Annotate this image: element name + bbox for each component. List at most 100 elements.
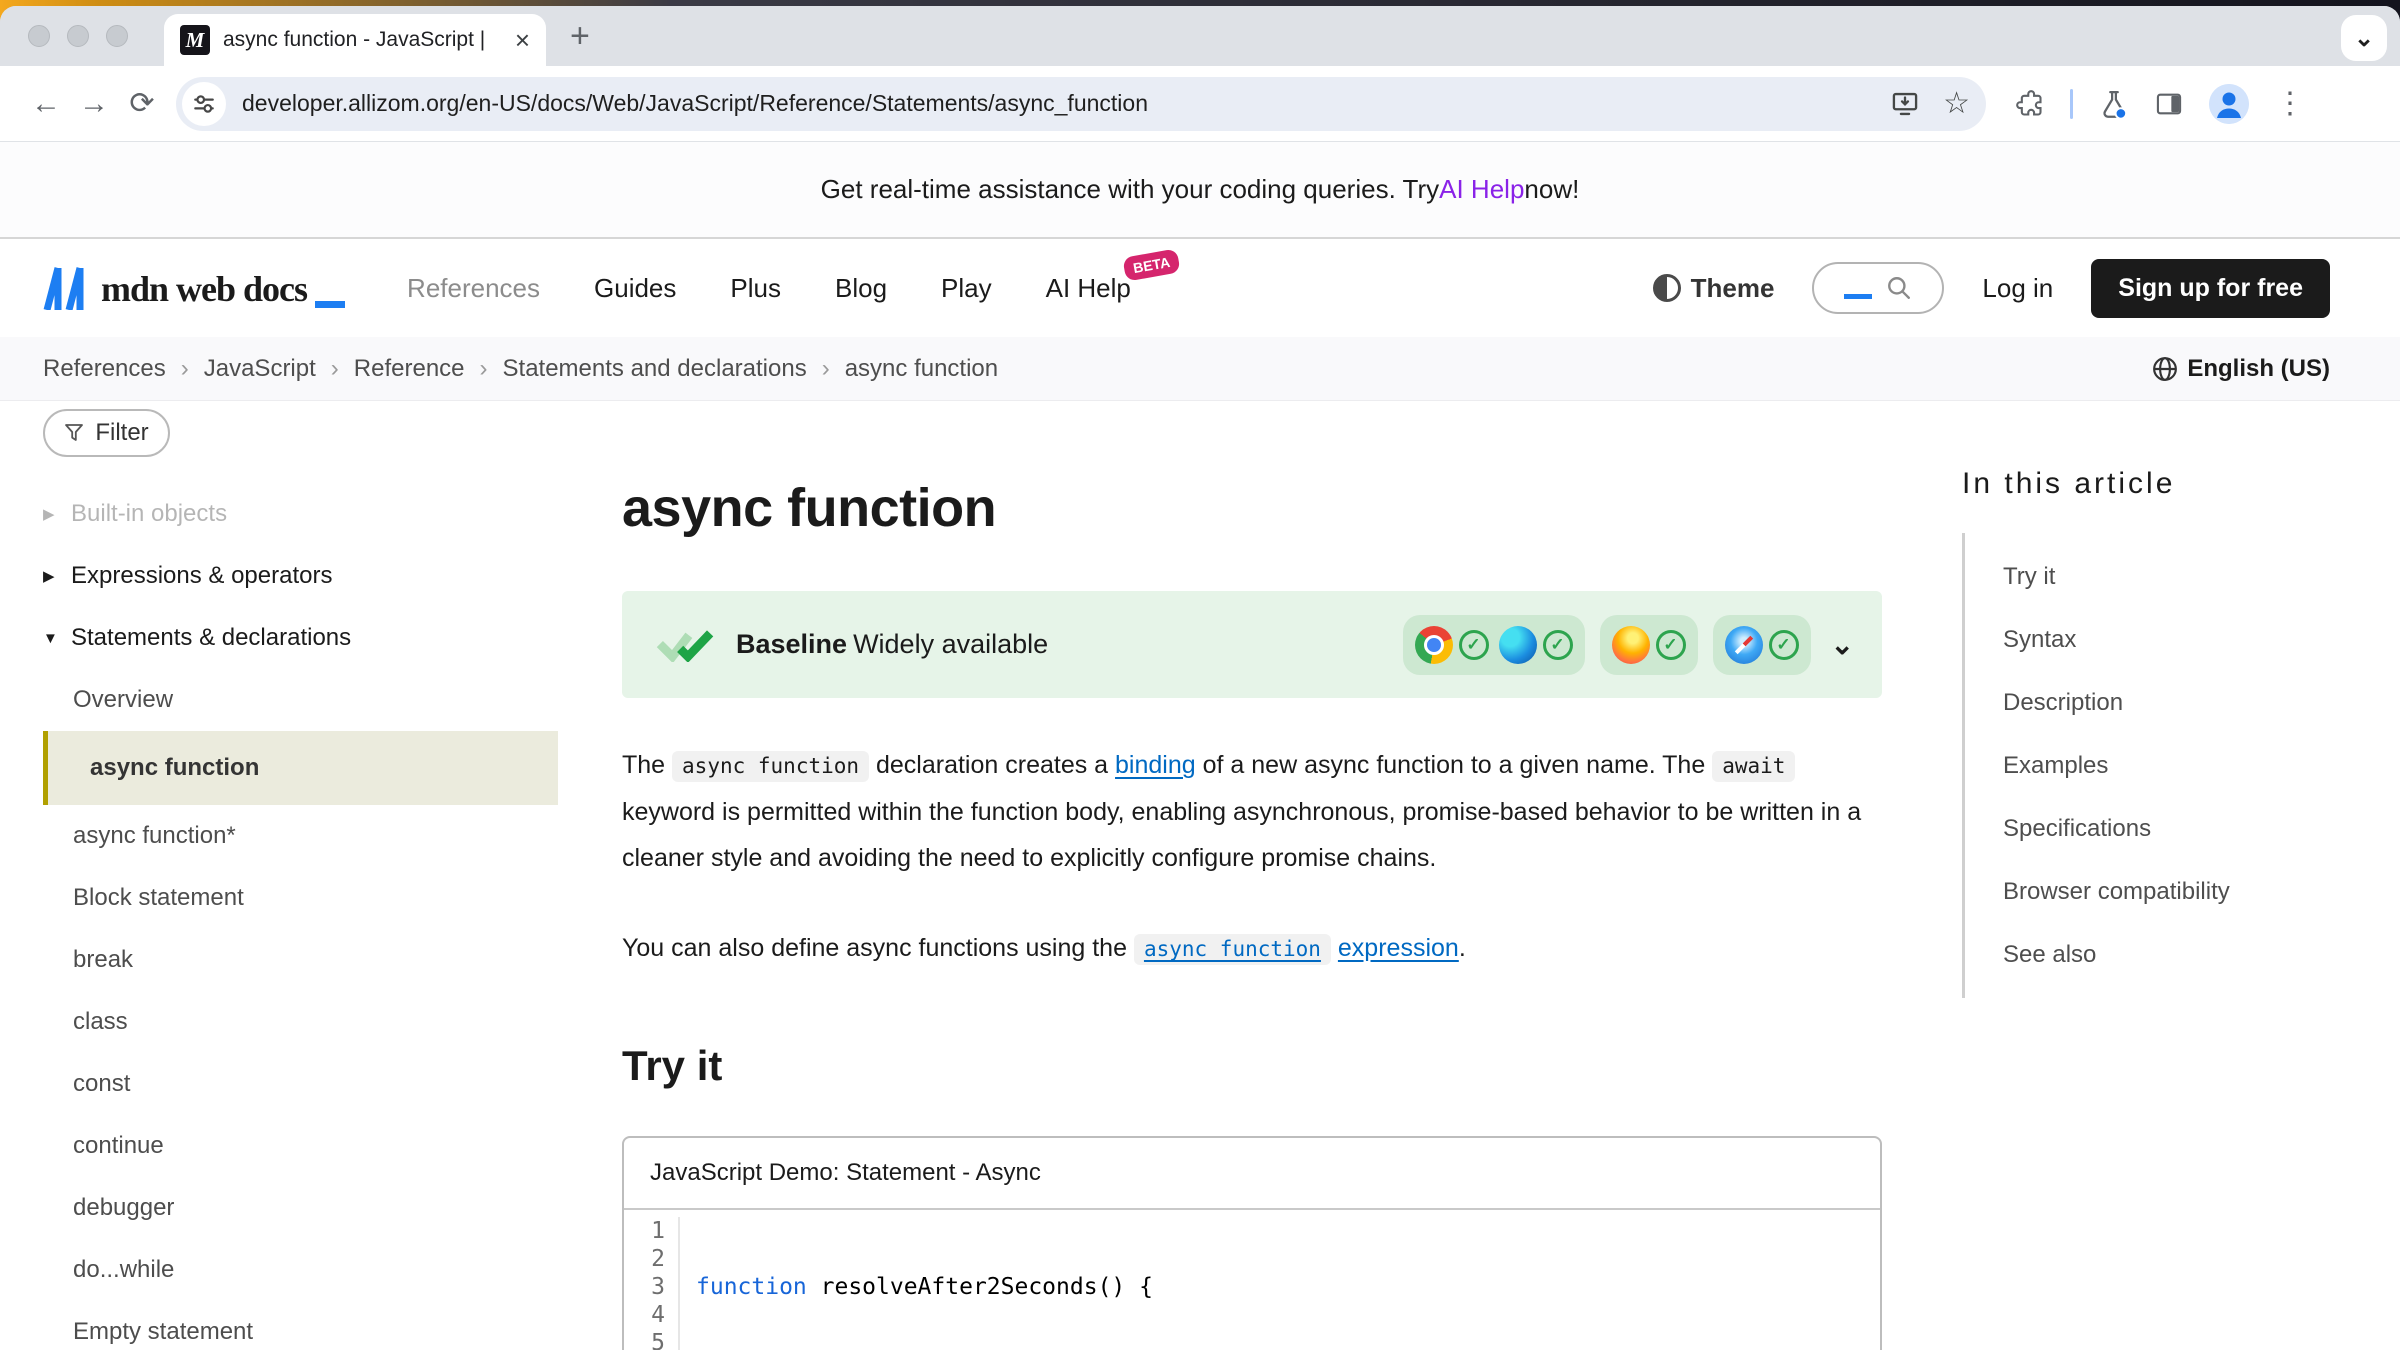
filter-button[interactable]: Filter xyxy=(43,409,170,457)
toc-item-specifications[interactable]: Specifications xyxy=(2003,797,2332,860)
bookmark-star-icon[interactable]: ☆ xyxy=(1943,86,1970,121)
baseline-icon xyxy=(656,628,714,662)
mdn-logo[interactable]: mdn web docs xyxy=(43,266,345,310)
toc-item-description[interactable]: Description xyxy=(2003,671,2332,734)
side-panel-icon[interactable] xyxy=(2155,90,2183,118)
nav-references[interactable]: References xyxy=(407,273,540,304)
article: async function BaselineWidely available … xyxy=(622,401,1882,1350)
demo-title: JavaScript Demo: Statement - Async xyxy=(624,1138,1880,1210)
nav-blog[interactable]: Blog xyxy=(835,273,887,304)
language-label: English (US) xyxy=(2187,355,2330,383)
baseline-label: Baseline xyxy=(736,629,847,659)
new-tab-button[interactable]: + xyxy=(570,19,590,53)
intro-text: of a new async function to a given name.… xyxy=(1196,751,1713,779)
toc-item-browser-compatibility[interactable]: Browser compatibility xyxy=(2003,860,2332,923)
sidebar-item-class[interactable]: class xyxy=(43,991,558,1053)
intro-text: The xyxy=(622,751,672,779)
intro-paragraph: The async function declaration creates a… xyxy=(622,742,1882,881)
sidebar-section-label: Built-in objects xyxy=(71,500,227,528)
expression-link[interactable]: expression xyxy=(1338,934,1459,962)
line-number: 3 xyxy=(624,1273,665,1301)
signup-button[interactable]: Sign up for free xyxy=(2091,259,2330,318)
window-zoom-button[interactable] xyxy=(106,25,128,47)
binding-link[interactable]: binding xyxy=(1115,751,1196,779)
address-bar[interactable]: developer.allizom.org/en-US/docs/Web/Jav… xyxy=(176,77,1986,131)
sidebar-section-expressions[interactable]: ▶ Expressions & operators xyxy=(43,545,558,607)
profile-avatar[interactable] xyxy=(2209,84,2249,124)
breadcrumb-item-current: async function xyxy=(845,355,998,383)
tab-search-button[interactable]: ⌄ xyxy=(2341,15,2387,61)
browser-menu-icon[interactable]: ⋮ xyxy=(2275,86,2305,121)
tab-close-icon[interactable]: × xyxy=(515,27,530,53)
theme-icon xyxy=(1653,274,1681,302)
sidebar-section-label: Statements & declarations xyxy=(71,624,351,652)
breadcrumb-item-statements[interactable]: Statements and declarations xyxy=(503,355,807,383)
login-link[interactable]: Log in xyxy=(1982,273,2053,304)
promo-text-after: now! xyxy=(1524,174,1579,205)
experiments-flask-icon[interactable] xyxy=(2099,89,2129,119)
sidebar-item-block-statement[interactable]: Block statement xyxy=(43,867,558,929)
sidebar-item-continue[interactable]: continue xyxy=(43,1115,558,1177)
sidebar-item-async-function[interactable]: async function xyxy=(43,731,558,805)
mdn-logo-underscore xyxy=(315,301,345,308)
ai-help-link[interactable]: AI Help xyxy=(1439,174,1524,205)
code-editor[interactable]: 1 2 3 4 5 6 function resolveAfter2Second… xyxy=(624,1210,1880,1350)
language-switcher[interactable]: English (US) xyxy=(2152,355,2330,383)
nav-plus[interactable]: Plus xyxy=(730,273,781,304)
line-number: 5 xyxy=(624,1329,665,1350)
sidebar-item-const[interactable]: const xyxy=(43,1053,558,1115)
caret-right-icon: ▶ xyxy=(43,505,59,523)
safari-icon xyxy=(1725,626,1763,664)
await-code-chip: await xyxy=(1712,751,1795,782)
search-icon[interactable] xyxy=(1886,275,1912,301)
toc-item-syntax[interactable]: Syntax xyxy=(2003,608,2332,671)
nav-ai-help-label: AI Help xyxy=(1046,273,1131,303)
code-token: resolveAfter2Seconds() { xyxy=(807,1274,1153,1300)
sidebar-item-overview[interactable]: Overview xyxy=(43,669,558,731)
theme-toggle[interactable]: Theme xyxy=(1653,273,1775,304)
toc-title: In this article xyxy=(1962,467,2332,501)
toolbar-divider xyxy=(2070,89,2073,119)
edge-icon xyxy=(1499,626,1537,664)
beta-badge: BETA xyxy=(1122,248,1180,281)
async-function-code-chip: async function xyxy=(672,751,869,782)
sidebar-item-async-function-star[interactable]: async function* xyxy=(43,805,558,867)
baseline-expand-chevron-icon[interactable]: ⌄ xyxy=(1831,628,1854,661)
globe-icon xyxy=(2152,356,2178,382)
toolbar-actions: ⋮ xyxy=(2016,84,2305,124)
nav-ai-help[interactable]: AI Help BETA xyxy=(1046,273,1131,304)
site-header: mdn web docs References Guides Plus Blog… xyxy=(0,239,2400,337)
sidebar-section-label: Expressions & operators xyxy=(71,562,332,590)
back-button[interactable]: ← xyxy=(22,80,70,128)
toc-item-try-it[interactable]: Try it xyxy=(2003,545,2332,608)
breadcrumb-item-references[interactable]: References xyxy=(43,355,166,383)
window-close-button[interactable] xyxy=(28,25,50,47)
breadcrumb-item-javascript[interactable]: JavaScript xyxy=(204,355,316,383)
reload-button[interactable]: ⟳ xyxy=(118,80,166,128)
toc-item-see-also[interactable]: See also xyxy=(2003,923,2332,986)
sidebar-item-debugger[interactable]: debugger xyxy=(43,1177,558,1239)
line-number: 2 xyxy=(624,1245,665,1273)
search-input[interactable] xyxy=(1812,262,1944,314)
async-function-expression-code-link[interactable]: async function xyxy=(1134,934,1331,965)
theme-label: Theme xyxy=(1691,273,1775,304)
toc-item-examples[interactable]: Examples xyxy=(2003,734,2332,797)
sidebar-section-built-in-objects[interactable]: ▶ Built-in objects xyxy=(43,483,558,545)
sidebar-item-do-while[interactable]: do...while xyxy=(43,1239,558,1301)
url-text[interactable]: developer.allizom.org/en-US/docs/Web/Jav… xyxy=(242,90,1891,117)
sidebar-section-statements[interactable]: ▼ Statements & declarations xyxy=(43,607,558,669)
extensions-icon[interactable] xyxy=(2016,90,2044,118)
sidebar-item-break[interactable]: break xyxy=(43,929,558,991)
nav-play[interactable]: Play xyxy=(941,273,992,304)
keyword-token: function xyxy=(696,1274,807,1300)
forward-button[interactable]: → xyxy=(70,80,118,128)
window-minimize-button[interactable] xyxy=(67,25,89,47)
site-settings-icon[interactable] xyxy=(182,82,226,126)
browser-tab[interactable]: M async function - JavaScript | × xyxy=(164,14,546,66)
nav-guides[interactable]: Guides xyxy=(594,273,676,304)
sidebar-item-empty-statement[interactable]: Empty statement xyxy=(43,1301,558,1350)
code-content[interactable]: function resolveAfter2Seconds() { return… xyxy=(680,1217,1181,1350)
install-icon[interactable] xyxy=(1891,90,1919,118)
breadcrumb-item-reference[interactable]: Reference xyxy=(354,355,465,383)
second-paragraph: You can also define async functions usin… xyxy=(622,925,1882,972)
